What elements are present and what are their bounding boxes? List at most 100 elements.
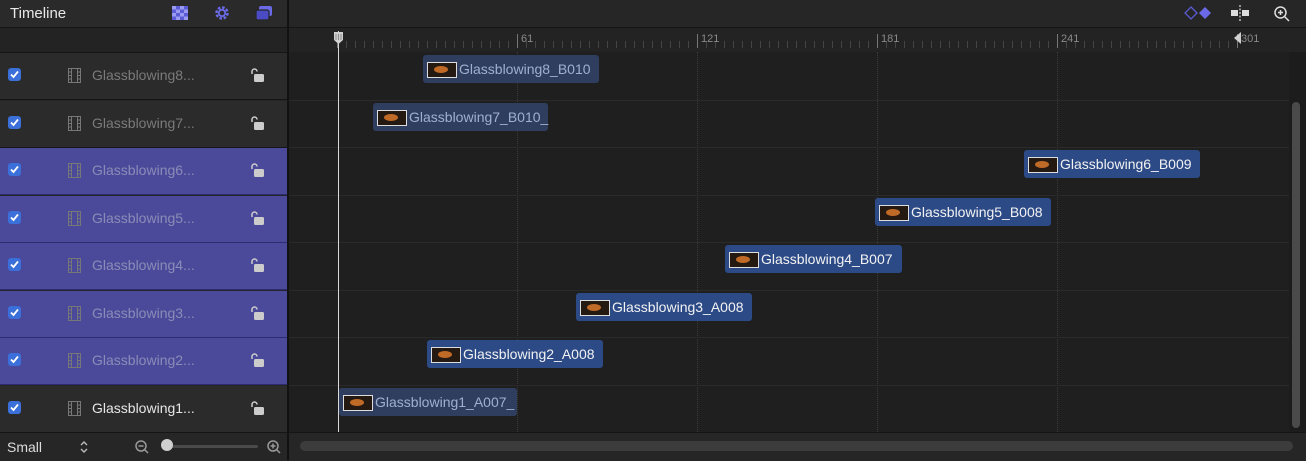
- checkerboard-icon[interactable]: [171, 5, 189, 21]
- unlock-icon[interactable]: [249, 67, 265, 83]
- layer-row[interactable]: Glassblowing6...: [0, 148, 287, 195]
- unlock-icon[interactable]: [249, 257, 265, 273]
- layer-row[interactable]: Glassblowing3...: [0, 290, 287, 338]
- vertical-scroll-thumb[interactable]: [1292, 102, 1300, 428]
- layer-enable-checkbox[interactable]: [8, 258, 21, 271]
- ruler-tick: [1138, 41, 1139, 48]
- zoom-slider-knob[interactable]: [161, 439, 173, 451]
- playhead-handle-icon[interactable]: [333, 31, 344, 45]
- timeline-clip[interactable]: Glassblowing8_B010: [423, 55, 599, 83]
- layer-enable-checkbox[interactable]: [8, 400, 21, 414]
- ruler-tick: [742, 41, 743, 48]
- zoom-slider-track[interactable]: [164, 445, 258, 448]
- ruler-tick: [652, 41, 653, 48]
- timeline-toolbar: [289, 0, 1306, 28]
- track-separator: [289, 289, 1289, 291]
- film-strip-icon: [68, 400, 81, 416]
- layer-row[interactable]: Glassblowing5...: [0, 195, 287, 243]
- layer-row[interactable]: Glassblowing7...: [0, 100, 287, 148]
- ruler-tick: [769, 41, 770, 48]
- ruler-tick: [625, 41, 626, 48]
- film-strip-icon: [68, 115, 81, 131]
- timeline-clip[interactable]: Glassblowing1_A007_: [339, 387, 517, 416]
- ruler-tick: [760, 41, 761, 48]
- layer-row[interactable]: Glassblowing4...: [0, 243, 287, 290]
- layer-enable-checkbox[interactable]: [8, 353, 21, 366]
- ruler-tick: [373, 41, 374, 48]
- layer-name: Glassblowing6...: [92, 162, 195, 178]
- unlock-icon[interactable]: [249, 210, 265, 226]
- ruler-tick: [634, 41, 635, 48]
- ruler-tick: [967, 41, 968, 48]
- ruler-tick: [733, 41, 734, 48]
- ruler-tick: [1192, 41, 1193, 48]
- clip-thumbnail: [1028, 157, 1058, 173]
- clip-thumbnail: [431, 347, 461, 363]
- zoom-out-icon[interactable]: [134, 439, 150, 455]
- play-range-end-icon[interactable]: [1233, 31, 1242, 45]
- ruler-tick: [841, 41, 842, 48]
- ruler-tick: [517, 34, 518, 48]
- timeline-clip[interactable]: Glassblowing7_B010_: [373, 102, 548, 131]
- layer-enable-checkbox[interactable]: [8, 68, 21, 81]
- layer-enable-checkbox[interactable]: [8, 305, 21, 319]
- clip-thumbnail: [377, 109, 407, 126]
- zoom-in-icon[interactable]: [266, 439, 282, 455]
- keyframe-icon[interactable]: [1183, 5, 1213, 21]
- clip-name: Glassblowing3_A008: [612, 298, 744, 315]
- unlock-icon[interactable]: [249, 305, 265, 321]
- ruler-tick: [1201, 41, 1202, 48]
- clip-name: Glassblowing6_B009: [1060, 156, 1192, 172]
- ruler-tick: [616, 41, 617, 48]
- ruler-tick: [1039, 41, 1040, 48]
- ruler-tick: [508, 41, 509, 48]
- timeline-clip[interactable]: Glassblowing2_A008: [427, 340, 603, 368]
- playhead[interactable]: [338, 31, 339, 432]
- ruler-tick: [1048, 41, 1049, 48]
- layer-enable-checkbox[interactable]: [8, 210, 21, 224]
- ruler-tick: [562, 41, 563, 48]
- ruler-tick: [679, 41, 680, 48]
- ruler-tick: [814, 41, 815, 48]
- ruler-tick: [688, 41, 689, 48]
- zoom-icon[interactable]: [1273, 5, 1291, 23]
- track-separator: [289, 242, 1289, 243]
- timeline-clip[interactable]: Glassblowing4_B007: [725, 245, 902, 273]
- layer-enable-checkbox[interactable]: [8, 115, 21, 129]
- timeline-clip[interactable]: Glassblowing6_B009: [1024, 150, 1200, 178]
- unlock-icon[interactable]: [249, 115, 265, 131]
- size-popup-label[interactable]: Small: [7, 439, 42, 455]
- ruler-tick: [607, 41, 608, 48]
- gear-icon[interactable]: [213, 4, 231, 22]
- timeline-ruler[interactable]: 61 121 181 241 301: [289, 28, 1306, 52]
- layer-name: Glassblowing1...: [92, 399, 195, 416]
- ruler-tick: [544, 41, 545, 48]
- layers-icon[interactable]: [254, 4, 274, 22]
- timeline-tracks[interactable]: Glassblowing8_B010 Glassblowing7_B010_ Gla…: [289, 52, 1289, 432]
- clip-thumbnail: [879, 204, 909, 221]
- layer-row[interactable]: Glassblowing1...: [0, 385, 287, 433]
- horizontal-scrollbar[interactable]: [300, 441, 1293, 451]
- track-separator: [289, 194, 1289, 196]
- timeline-clip[interactable]: Glassblowing3_A008: [576, 292, 752, 321]
- layer-row[interactable]: Glassblowing2...: [0, 338, 287, 385]
- snapping-icon[interactable]: [1229, 4, 1251, 22]
- ruler-tick: [1102, 41, 1103, 48]
- layer-row[interactable]: Glassblowing8...: [0, 53, 287, 100]
- ruler-tick: [1012, 41, 1013, 48]
- ruler-tick: [823, 41, 824, 48]
- ruler-tick: [364, 41, 365, 48]
- ruler-tick: [976, 41, 977, 48]
- unlock-icon[interactable]: [249, 400, 265, 416]
- ruler-tick: [949, 41, 950, 48]
- ruler-tick: [697, 34, 698, 48]
- ruler-tick: [427, 41, 428, 48]
- chevron-updown-icon[interactable]: [78, 439, 90, 455]
- timeline-clip[interactable]: Glassblowing5_B008: [875, 197, 1051, 226]
- unlock-icon[interactable]: [249, 352, 265, 368]
- clip-name: Glassblowing4_B007: [761, 251, 893, 267]
- ruler-tick: [445, 41, 446, 48]
- unlock-icon[interactable]: [249, 162, 265, 178]
- ruler-label: 181: [881, 33, 900, 45]
- layer-enable-checkbox[interactable]: [8, 163, 21, 176]
